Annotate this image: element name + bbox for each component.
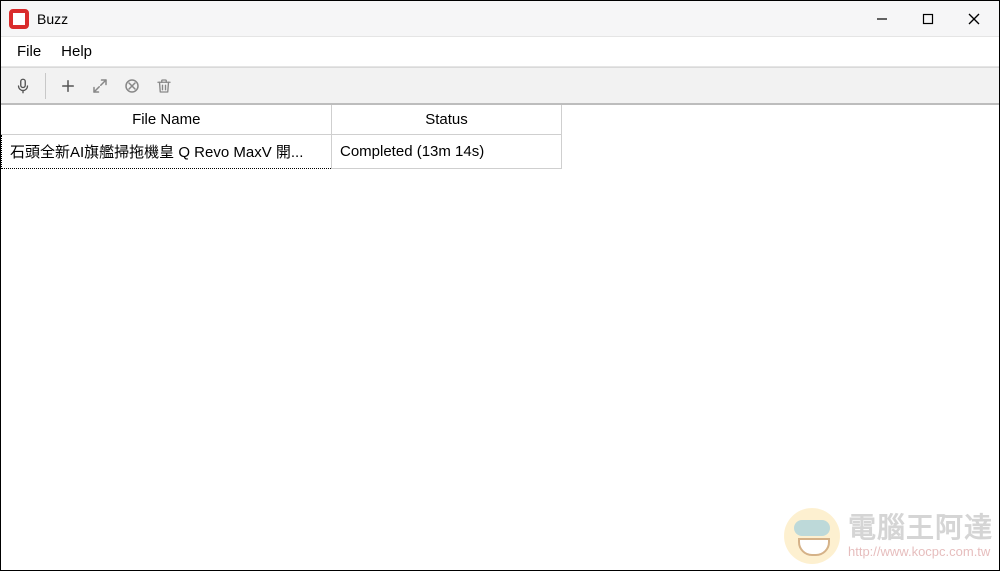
expand-icon [91,77,109,95]
maximize-icon [922,13,934,25]
menubar: File Help [1,37,999,67]
table-row[interactable]: 石頭全新AI旗艦掃拖機皇 Q Revo MaxV 開... Completed … [2,135,562,169]
header-file-name[interactable]: File Name [2,105,332,135]
app-window: Buzz File Help [0,0,1000,571]
microphone-icon [14,77,32,95]
cancel-icon [123,77,141,95]
toolbar-separator [45,73,46,99]
minimize-button[interactable] [859,1,905,37]
watermark-avatar-icon [784,508,840,564]
watermark-url: http://www.kocpc.com.tw [848,544,990,559]
task-table: File Name Status 石頭全新AI旗艦掃拖機皇 Q Revo Max… [1,105,562,169]
watermark: 電腦王阿達 http://www.kocpc.com.tw [784,508,993,564]
delete-button[interactable] [148,70,180,102]
close-button[interactable] [951,1,997,37]
titlebar[interactable]: Buzz [1,1,999,37]
app-icon [9,9,29,29]
expand-button[interactable] [84,70,116,102]
menu-help[interactable]: Help [51,39,102,64]
record-button[interactable] [7,70,39,102]
toolbar [1,67,999,105]
cell-status: Completed (13m 14s) [332,135,562,169]
maximize-button[interactable] [905,1,951,37]
menu-file[interactable]: File [7,39,51,64]
content-area: File Name Status 石頭全新AI旗艦掃拖機皇 Q Revo Max… [1,105,999,570]
trash-icon [155,77,173,95]
header-status[interactable]: Status [332,105,562,135]
cell-file-name: 石頭全新AI旗艦掃拖機皇 Q Revo MaxV 開... [2,135,332,169]
window-title: Buzz [37,11,68,27]
plus-icon [59,77,77,95]
cancel-button[interactable] [116,70,148,102]
add-button[interactable] [52,70,84,102]
close-icon [968,13,980,25]
minimize-icon [876,13,888,25]
watermark-title: 電腦王阿達 [848,514,993,542]
